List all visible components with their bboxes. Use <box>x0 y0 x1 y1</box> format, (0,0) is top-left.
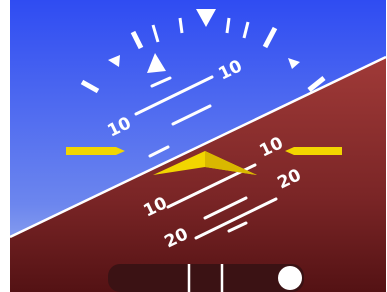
slip-indicator-track <box>108 264 304 292</box>
wing-marker-left <box>66 147 125 155</box>
bank-tick-left-10 <box>178 17 184 34</box>
wing-marker-right <box>285 147 342 155</box>
slip-ball-icon <box>278 266 302 290</box>
attitude-indicator: 10 10 10 10 20 20 <box>10 0 386 292</box>
bank-tick-right-10 <box>225 17 231 34</box>
